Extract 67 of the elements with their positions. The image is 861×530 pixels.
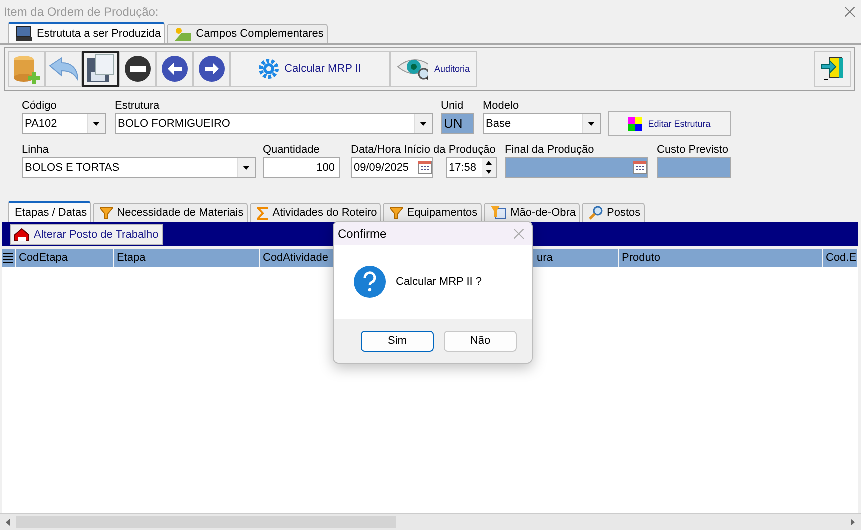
column-menu-icon[interactable] [3,253,13,263]
line-dropdown[interactable]: BOLOS E TORTAS [22,157,256,178]
toolbar-button[interactable] [82,51,119,87]
close-icon[interactable] [845,6,855,16]
database-add-icon [12,54,42,84]
spinner-icon[interactable] [482,158,496,177]
field-label: Final da Produção [505,143,594,157]
dropdown-arrow-icon[interactable] [243,166,250,170]
window-title: Item da Ordem de Produção: [4,4,159,18]
field-label: Data/Hora Início da Produção [351,143,496,157]
edit-structure-button[interactable]: Editar Estrutura [608,111,731,136]
time-field[interactable]: 17:58 [446,157,497,178]
exit-door-icon [820,56,846,82]
tab[interactable]: Postos [582,203,645,222]
dropdown-arrow-icon[interactable] [588,122,595,126]
column-header[interactable]: CodEtapa [19,252,68,264]
exit-button[interactable] [814,51,851,87]
save-icon [86,54,116,84]
dialog-message: Calcular MRP II ? [396,276,482,288]
calendar-icon[interactable] [418,161,432,174]
end-date-field[interactable] [505,157,648,178]
funnel-icon [100,206,114,220]
code-dropdown[interactable]: PA102 [22,113,106,134]
column-header[interactable]: Produto [622,252,661,264]
tab[interactable]: Campos Complementares [167,24,328,43]
dropdown-arrow-icon[interactable] [420,122,427,126]
field-label: Unid [441,99,464,113]
change-workstation-button[interactable]: Alterar Posto de Trabalho [10,224,163,245]
calendar-icon[interactable] [633,161,647,174]
question-icon [354,266,386,298]
tab[interactable]: Mão-de-Obra [484,203,580,222]
undo-arrow-icon [48,56,80,82]
field-label: Código [22,99,57,113]
field-label: Custo Previsto [657,143,729,157]
quantity-field[interactable]: 100 [263,157,340,178]
dialog-button[interactable]: Sim [361,330,434,352]
house-icon [14,228,30,242]
field-label: Estrutura [115,99,160,113]
column-header[interactable]: CodAtividade [263,252,328,264]
unit-field: UN [441,113,474,134]
column-header[interactable]: Etapa [117,252,146,264]
puzzle-icon [628,116,642,130]
tab[interactable]: Equipamentos [383,203,482,222]
dialog-title: Confirme [338,226,387,240]
gear-icon [258,59,279,79]
column-header[interactable]: Cod.E [826,252,857,264]
tab[interactable]: Atividades do Roteiro [250,203,382,222]
field-label: Linha [22,143,49,157]
audit-button[interactable]: Auditoria [390,51,477,87]
monitor-icon [15,26,33,42]
remove-icon [124,55,152,83]
structure-dropdown[interactable]: BOLO FORMIGUEIRO [115,113,433,134]
field-label: Modelo [483,99,520,113]
model-dropdown[interactable]: Base [483,113,601,134]
funnel-form-icon [490,206,507,220]
date-field[interactable]: 09/09/2025 [351,157,433,178]
tab[interactable]: Etapas / Datas [8,201,92,222]
sigma-icon [256,206,269,220]
field-label: Quantidade [263,143,320,157]
tab[interactable]: Estrututa a ser Produzida [8,22,166,43]
dropdown-arrow-icon[interactable] [93,122,100,126]
tab[interactable]: Necessidade de Materiais [93,203,248,222]
dialog-button[interactable]: Não [444,330,517,352]
calculate-button[interactable]: Calcular MRP II [230,51,390,87]
magnifier-icon [589,206,604,220]
column-header[interactable]: ura [537,252,553,264]
field-sun-icon [174,27,192,41]
